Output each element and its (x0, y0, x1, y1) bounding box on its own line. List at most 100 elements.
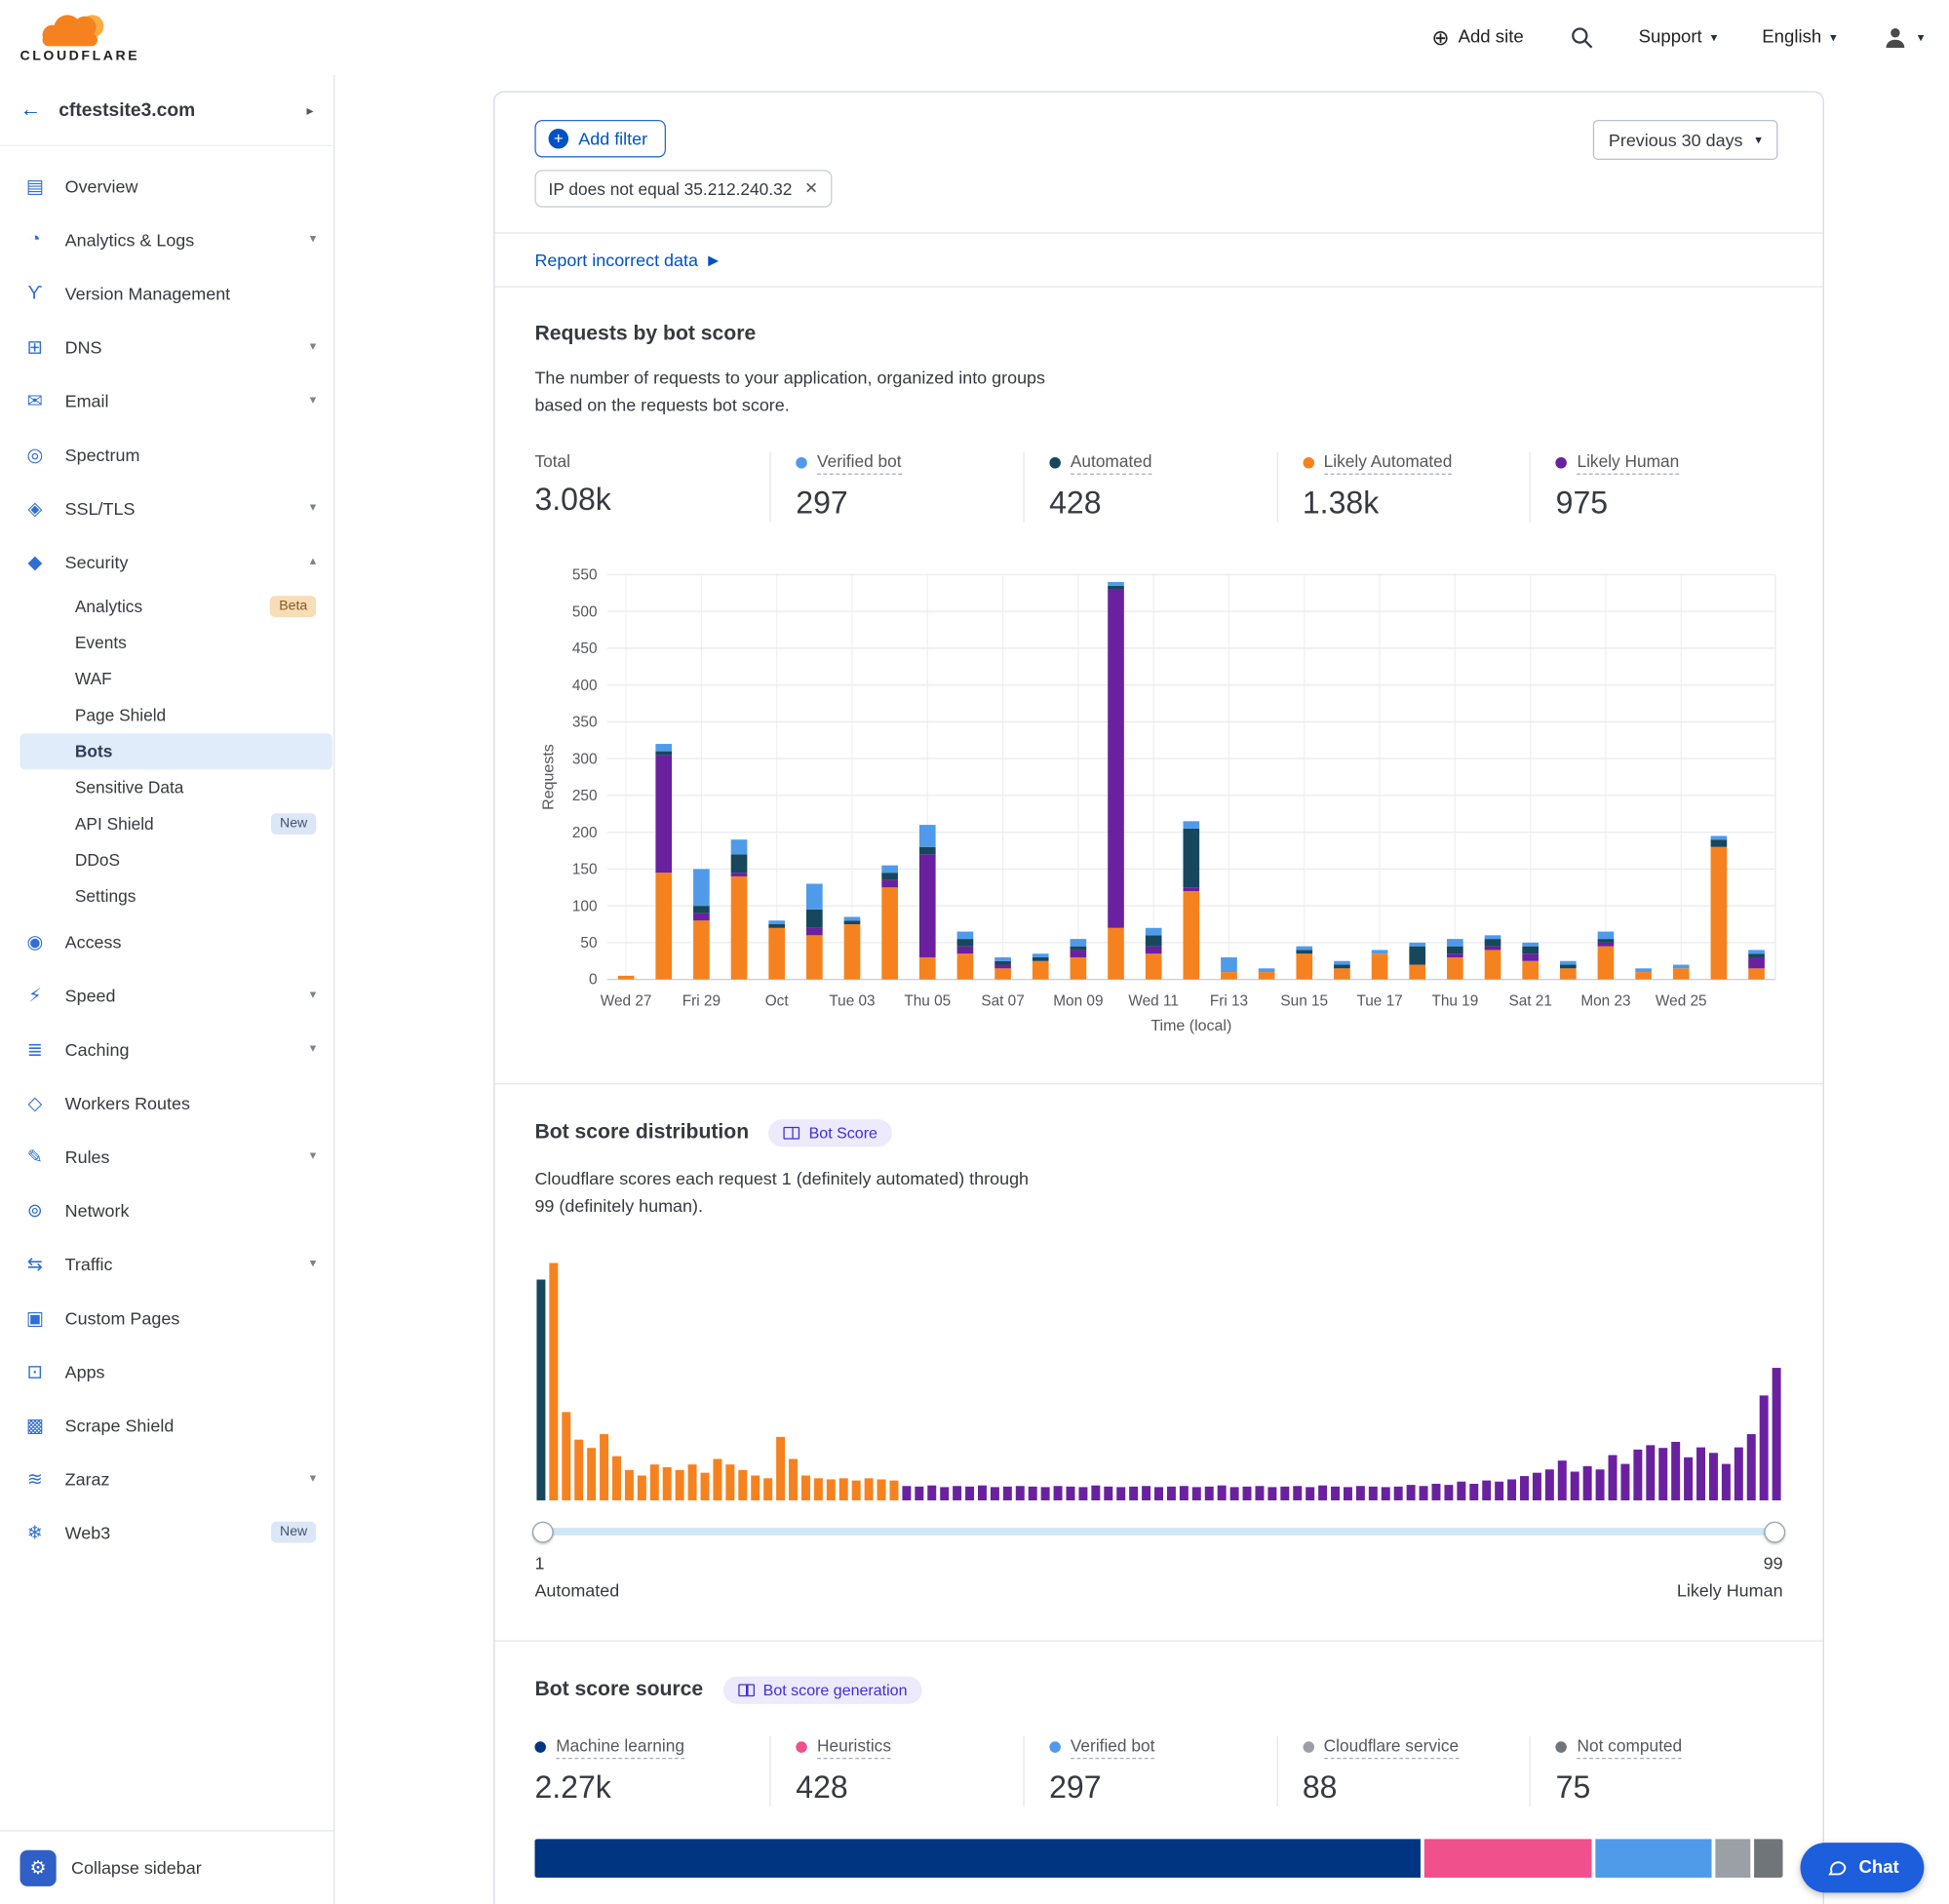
book-icon (784, 1127, 800, 1140)
workers-routes-icon: ◇ (22, 1091, 48, 1113)
sidebar-item-label: Speed (65, 985, 292, 1005)
slider-handle-min[interactable] (532, 1521, 554, 1542)
sidebar-item-network[interactable]: ⊚Network (0, 1183, 333, 1236)
sidebar-item-scrape-shield[interactable]: ▩ Scrape Shield (0, 1398, 333, 1452)
source-segment-machine-learning (534, 1839, 1421, 1878)
svg-text:550: 550 (572, 566, 598, 583)
sidebar-item-overview[interactable]: ▤Overview (0, 159, 333, 213)
collapse-sidebar[interactable]: ⚙ Collapse sidebar (0, 1830, 333, 1904)
spectrum-icon: ◎ (22, 443, 48, 465)
sidebar-item-label: Analytics & Logs (65, 229, 292, 250)
account-menu[interactable]: ▾ (1882, 23, 1925, 51)
gear-icon[interactable]: ⚙ (20, 1849, 57, 1885)
access-icon: ◉ (22, 930, 48, 952)
svg-text:200: 200 (572, 824, 598, 840)
add-filter-button[interactable]: + Add filter (534, 120, 666, 157)
sidebar-item-events[interactable]: Events (0, 625, 333, 661)
chevron-down-icon: ▾ (310, 394, 316, 408)
back-arrow-icon[interactable]: ← (20, 97, 42, 123)
sidebar-item-label: Zaraz (65, 1468, 292, 1489)
add-site-label: Add site (1459, 27, 1524, 48)
sidebar-item-page-shield[interactable]: Page Shield (0, 697, 333, 733)
section-title: Requests by bot score (534, 323, 756, 346)
stat-label: Not computed (1577, 1736, 1682, 1759)
sidebar-item-sensitive-data[interactable]: Sensitive Data (0, 769, 333, 805)
sidebar-item-label: Caching (65, 1038, 292, 1059)
support-menu[interactable]: Support ▾ (1639, 27, 1718, 48)
sidebar-item-label: Overview (65, 175, 317, 196)
slider-scale: 1 99 (534, 1552, 1782, 1573)
add-filter-label: Add filter (578, 129, 647, 149)
sidebar-item-spectrum[interactable]: ◎ Spectrum (0, 427, 333, 481)
stat-likely-human: Likely Human975 (1530, 452, 1783, 523)
add-site-button[interactable]: ⊕ Add site (1431, 27, 1523, 49)
sidebar-item-version-management[interactable]: ϒVersion Management (0, 266, 333, 320)
slider-track[interactable] (534, 1528, 1782, 1535)
sidebar-item-dns[interactable]: ⊞DNS▾ (0, 320, 333, 373)
svg-text:Sun 15: Sun 15 (1280, 992, 1328, 1009)
svg-text:Fri 13: Fri 13 (1210, 992, 1248, 1009)
sidebar-item-rules[interactable]: ✎Rules▾ (0, 1129, 333, 1183)
chevron-down-icon: ▾ (310, 232, 316, 246)
svg-text:Wed 27: Wed 27 (601, 992, 652, 1009)
sidebar-item-settings[interactable]: Settings (0, 878, 333, 914)
bot-score-histogram (534, 1258, 1782, 1509)
slider-handle-max[interactable] (1764, 1521, 1785, 1542)
sidebar-item-speed[interactable]: ⚡Speed▾ (0, 968, 333, 1022)
cloudflare-logo[interactable]: CLOUDFLARE (20, 12, 140, 64)
svg-text:250: 250 (572, 788, 598, 804)
stat-value: 428 (796, 1769, 1023, 1806)
sidebar-item-security[interactable]: ◆Security▴ (0, 534, 333, 588)
stat-label: Verified bot (817, 452, 902, 475)
sidebar-item-label: Scrape Shield (65, 1415, 317, 1435)
close-icon[interactable]: ✕ (804, 178, 818, 199)
search-button[interactable] (1569, 25, 1594, 51)
bot-score-generation-badge[interactable]: Bot score generation (723, 1676, 922, 1703)
sidebar-item-apps[interactable]: ⊡Apps (0, 1344, 333, 1398)
sidebar-item-label: Analytics (75, 598, 260, 616)
svg-text:Mon 23: Mon 23 (1580, 992, 1630, 1009)
svg-text:Oct: Oct (765, 992, 790, 1009)
sidebar-item-label: Spectrum (65, 445, 317, 465)
scrape-shield-icon: ▩ (22, 1414, 48, 1436)
sidebar-item-web3[interactable]: ❄Web3New (0, 1505, 333, 1559)
slider-min-value: 1 (534, 1552, 544, 1573)
language-menu[interactable]: English ▾ (1762, 27, 1836, 48)
dns-icon: ⊞ (22, 335, 48, 358)
sidebar-item-email[interactable]: ✉Email▾ (0, 373, 333, 427)
sidebar-item-bots[interactable]: Bots (20, 733, 332, 769)
stat-automated: Automated428 (1023, 452, 1276, 523)
sidebar-item-ssl-tls[interactable]: ◈SSL/TLS▾ (0, 481, 333, 534)
sidebar-item-analytics[interactable]: AnalyticsBeta (0, 589, 333, 625)
sidebar-item-ddos[interactable]: DDoS (0, 842, 333, 878)
chevron-down-icon: ▾ (1918, 30, 1924, 44)
slider-captions: Automated Likely Human (534, 1579, 1782, 1600)
time-range-select[interactable]: Previous 30 days ▾ (1592, 120, 1777, 160)
sidebar-item-waf[interactable]: WAF (0, 661, 333, 697)
stat-likely-automated: Likely Automated1.38k (1276, 452, 1530, 523)
apps-icon: ⊡ (22, 1360, 48, 1382)
stat-value: 428 (1049, 486, 1276, 522)
site-header[interactable]: ← cftestsite3.com ▸ (0, 75, 333, 146)
sidebar-item-access[interactable]: ◉Access (0, 914, 333, 968)
chevron-down-icon: ▾ (310, 501, 316, 515)
chat-bubble-icon (1825, 1856, 1848, 1879)
report-incorrect-data-link[interactable]: Report incorrect data (534, 250, 698, 270)
sidebar-item-custom-pages[interactable]: ▣Custom Pages (0, 1291, 333, 1344)
bot-score-distribution-section: Bot score distribution Bot Score Cloudfl… (494, 1084, 1822, 1640)
sidebar-item-caching[interactable]: ≣Caching▾ (0, 1022, 333, 1075)
legend-dot (1556, 1741, 1568, 1753)
chat-button[interactable]: Chat (1800, 1843, 1924, 1892)
sidebar-item-analytics-logs[interactable]: ◔Analytics & Logs▾ (0, 213, 333, 266)
svg-text:Wed 25: Wed 25 (1656, 992, 1707, 1009)
sidebar-item-zaraz[interactable]: ≋Zaraz▾ (0, 1452, 333, 1505)
sidebar-item-api-shield[interactable]: API ShieldNew (0, 806, 333, 842)
page: CLOUDFLARE ⊕ Add site Support ▾ English … (0, 0, 1949, 1904)
sidebar-item-workers-routes[interactable]: ◇Workers Routes (0, 1075, 333, 1129)
sidebar-item-traffic[interactable]: ⇆Traffic▾ (0, 1237, 333, 1291)
stat-cloudflare-service: Cloudflare service88 (1276, 1736, 1530, 1807)
sidebar-item-label: WAF (75, 670, 316, 688)
bot-score-badge[interactable]: Bot Score (769, 1119, 893, 1146)
stat-total: Total3.08k (534, 452, 769, 523)
filter-chip[interactable]: IP does not equal 35.212.240.32 ✕ (534, 170, 832, 207)
